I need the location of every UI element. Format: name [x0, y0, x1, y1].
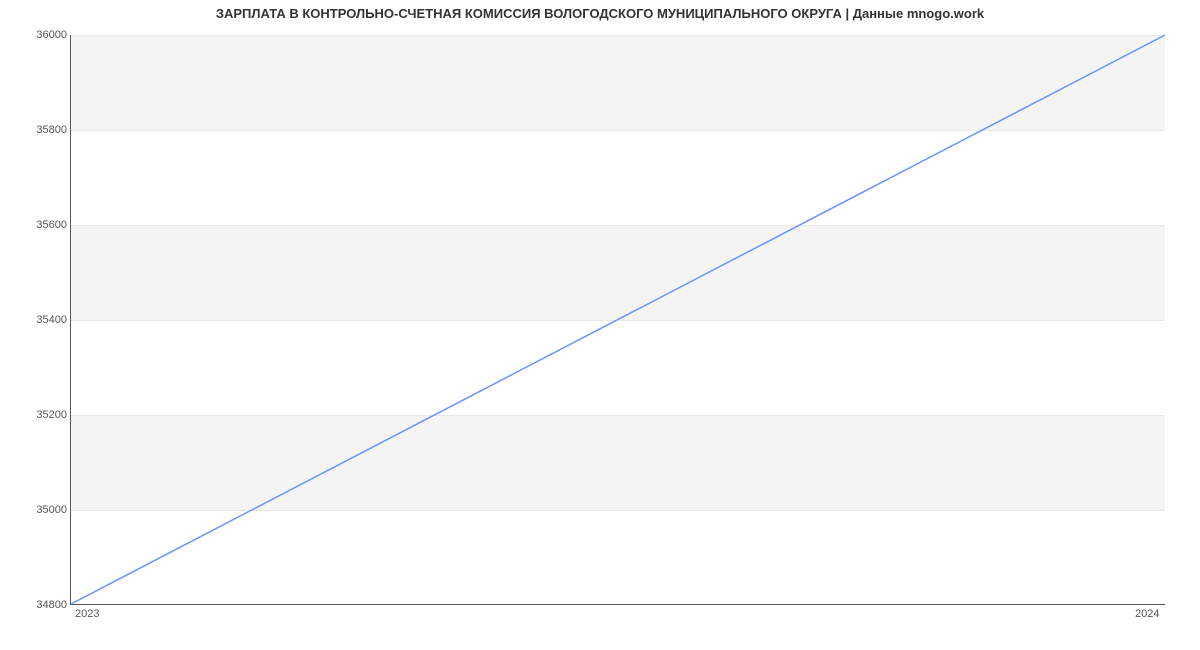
- xtick-0: 2023: [75, 608, 99, 620]
- ytick-0: 34800: [7, 599, 67, 611]
- ytick-5: 35800: [7, 124, 67, 136]
- chart-container: ЗАРПЛАТА В КОНТРОЛЬНО-СЧЕТНАЯ КОМИССИЯ В…: [0, 0, 1200, 650]
- ytick-3: 35400: [7, 314, 67, 326]
- series-line: [71, 35, 1165, 604]
- chart-title: ЗАРПЛАТА В КОНТРОЛЬНО-СЧЕТНАЯ КОМИССИЯ В…: [0, 6, 1200, 21]
- xtick-1: 2024: [1135, 608, 1159, 620]
- plot-area: [70, 35, 1165, 605]
- ytick-6: 36000: [7, 29, 67, 41]
- ytick-4: 35600: [7, 219, 67, 231]
- ytick-2: 35200: [7, 409, 67, 421]
- line-svg: [71, 35, 1165, 604]
- ytick-1: 35000: [7, 504, 67, 516]
